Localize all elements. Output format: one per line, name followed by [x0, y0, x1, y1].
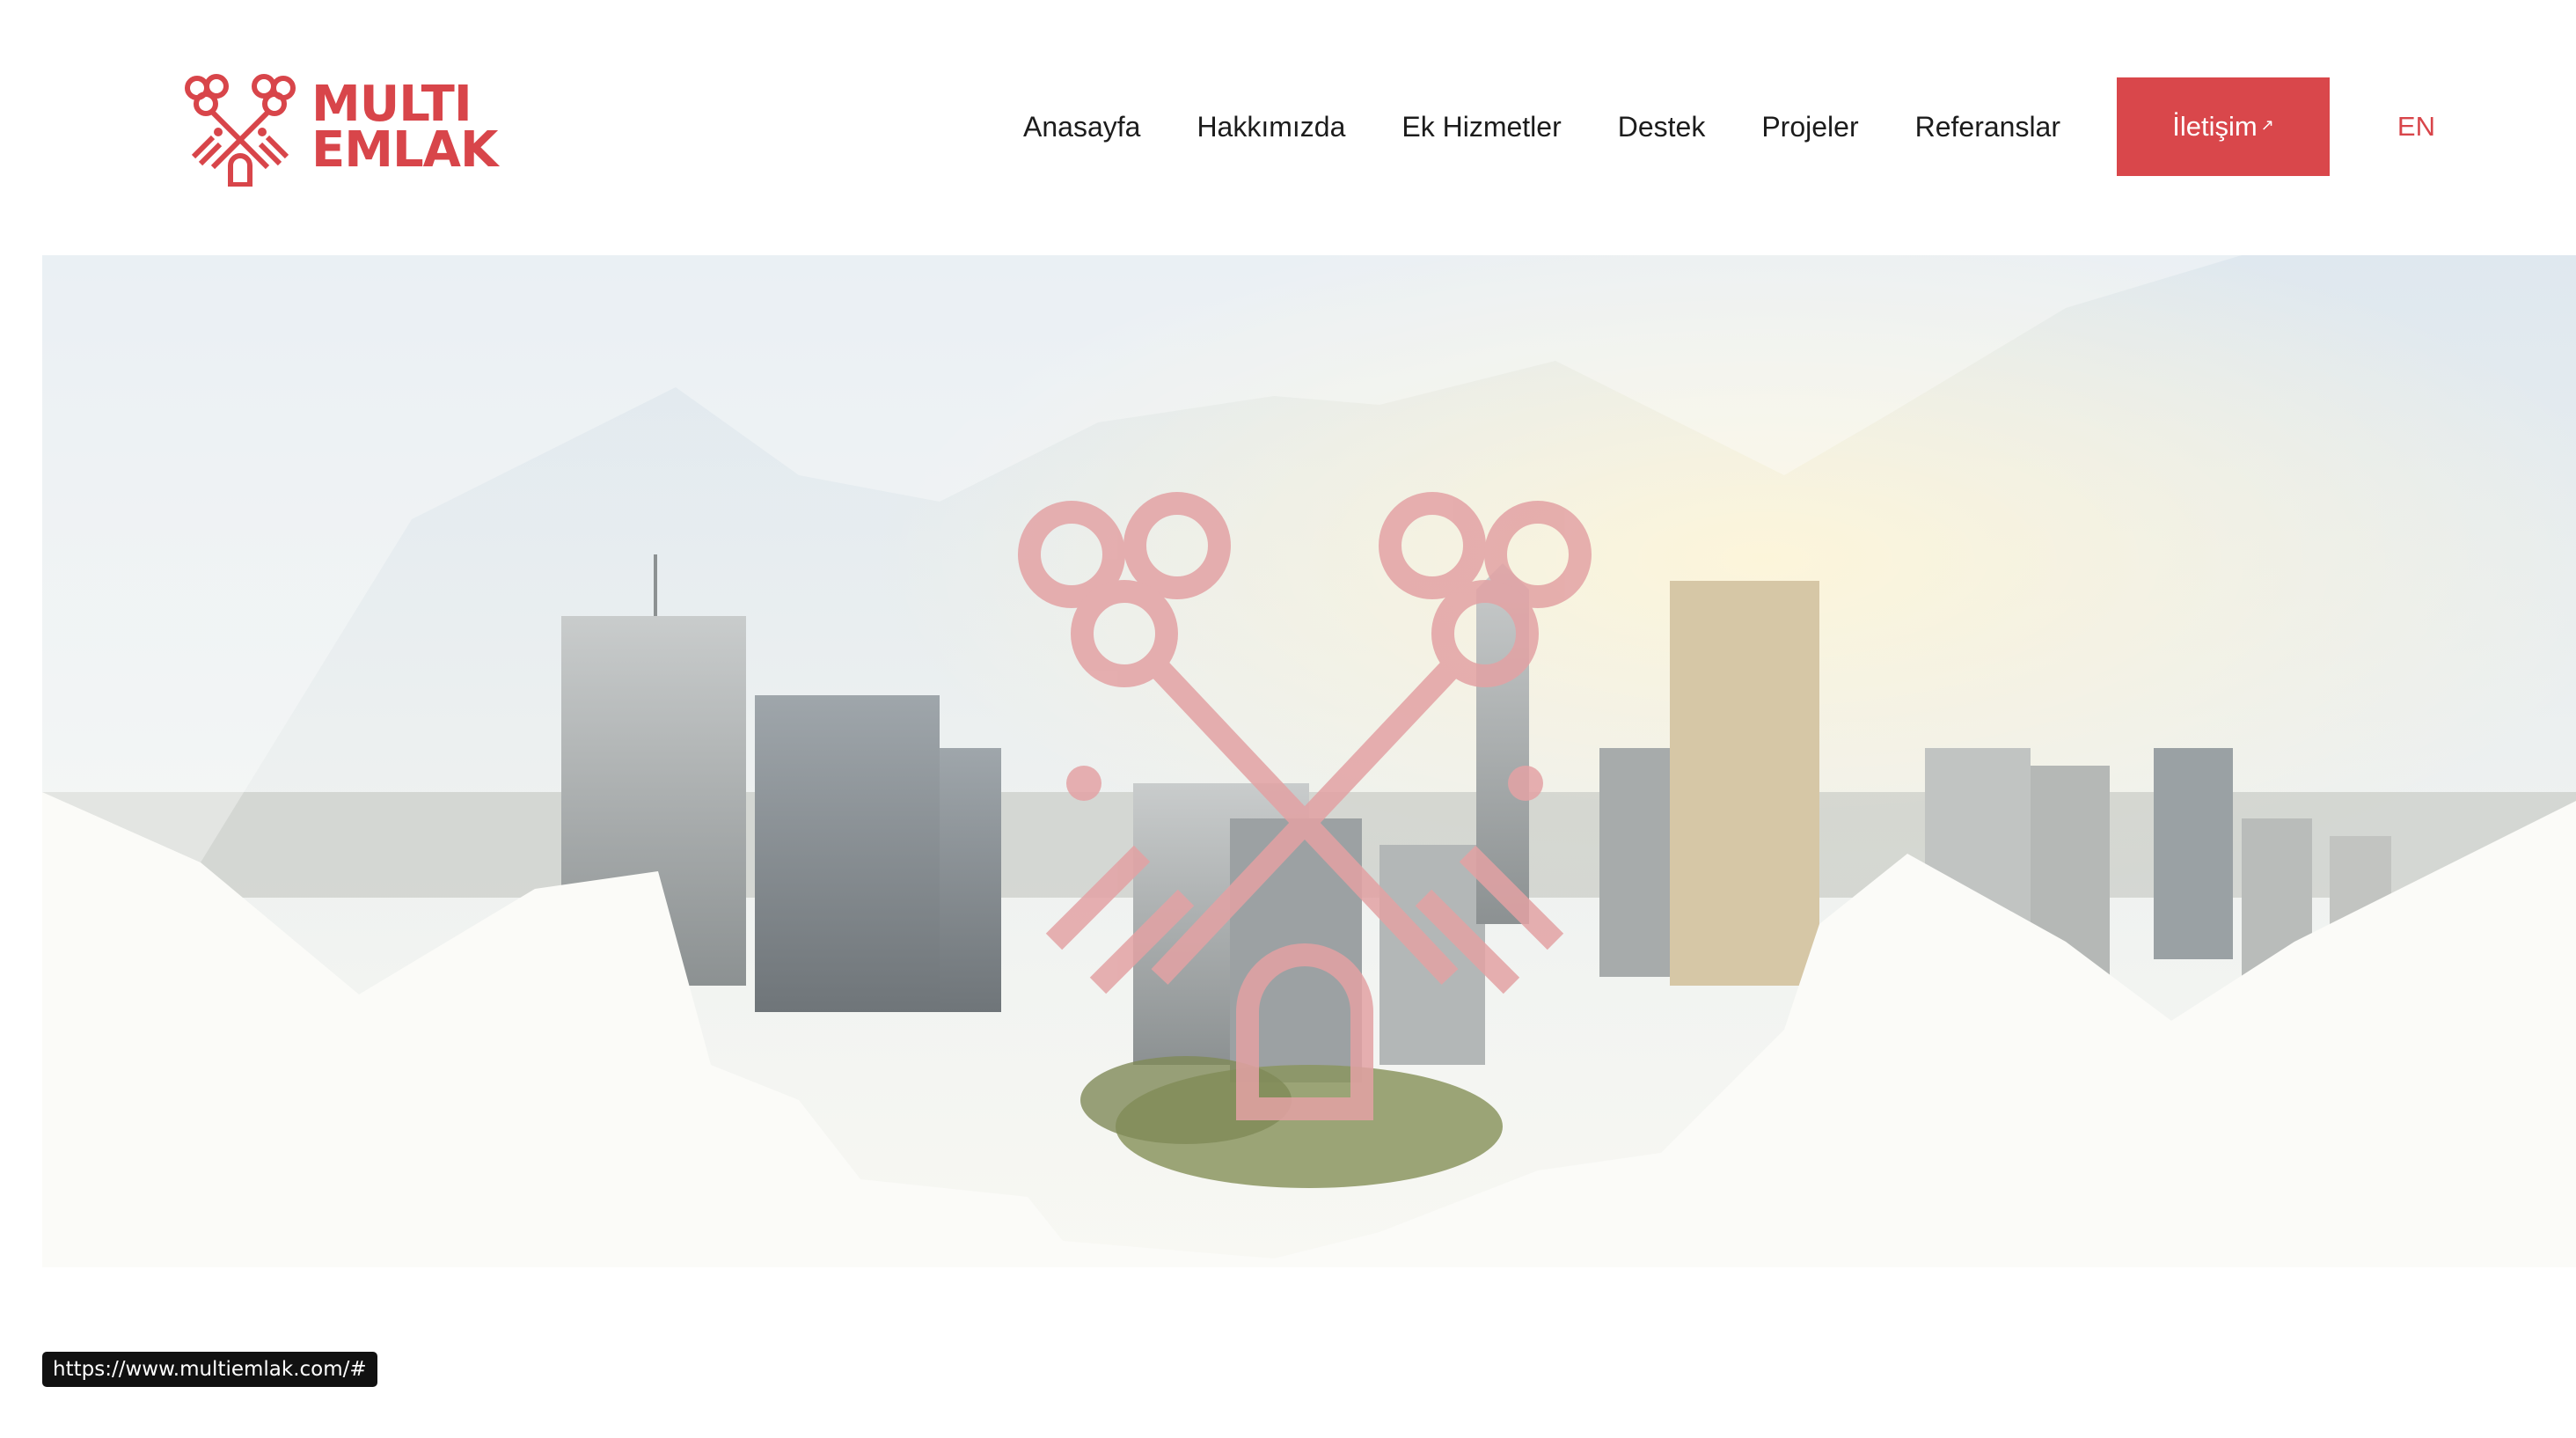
status-url: https://www.multiemlak.com/#	[42, 1352, 377, 1387]
nav-link-ek-hizmetler[interactable]: Ek Hizmetler	[1401, 111, 1561, 143]
nav-link-projeler[interactable]: Projeler	[1761, 111, 1858, 143]
site-logo[interactable]: MULTI EMLAK	[183, 69, 498, 187]
nav-link-destek[interactable]: Destek	[1618, 111, 1706, 143]
contact-button-label: İletişim	[2172, 111, 2258, 142]
nav-link-anasayfa[interactable]: Anasayfa	[1023, 111, 1140, 143]
contact-button[interactable]: İletişim ↗	[2117, 77, 2330, 176]
nav-link-hakkimizda[interactable]: Hakkımızda	[1197, 111, 1345, 143]
main-nav: Anasayfa Hakkımızda Ek Hizmetler Destek …	[1023, 77, 2435, 176]
handshake-city-skyline-image	[42, 255, 2576, 1267]
external-link-icon: ↗	[2260, 115, 2274, 134]
language-switch[interactable]: EN	[2386, 111, 2435, 143]
crossed-keys-logo-icon	[183, 69, 297, 187]
hero-banner	[42, 255, 2576, 1267]
brand-line-2: EMLAK	[311, 121, 498, 179]
nav-link-referanslar[interactable]: Referanslar	[1915, 111, 2060, 143]
brand-name: MULTI EMLAK	[311, 80, 498, 179]
